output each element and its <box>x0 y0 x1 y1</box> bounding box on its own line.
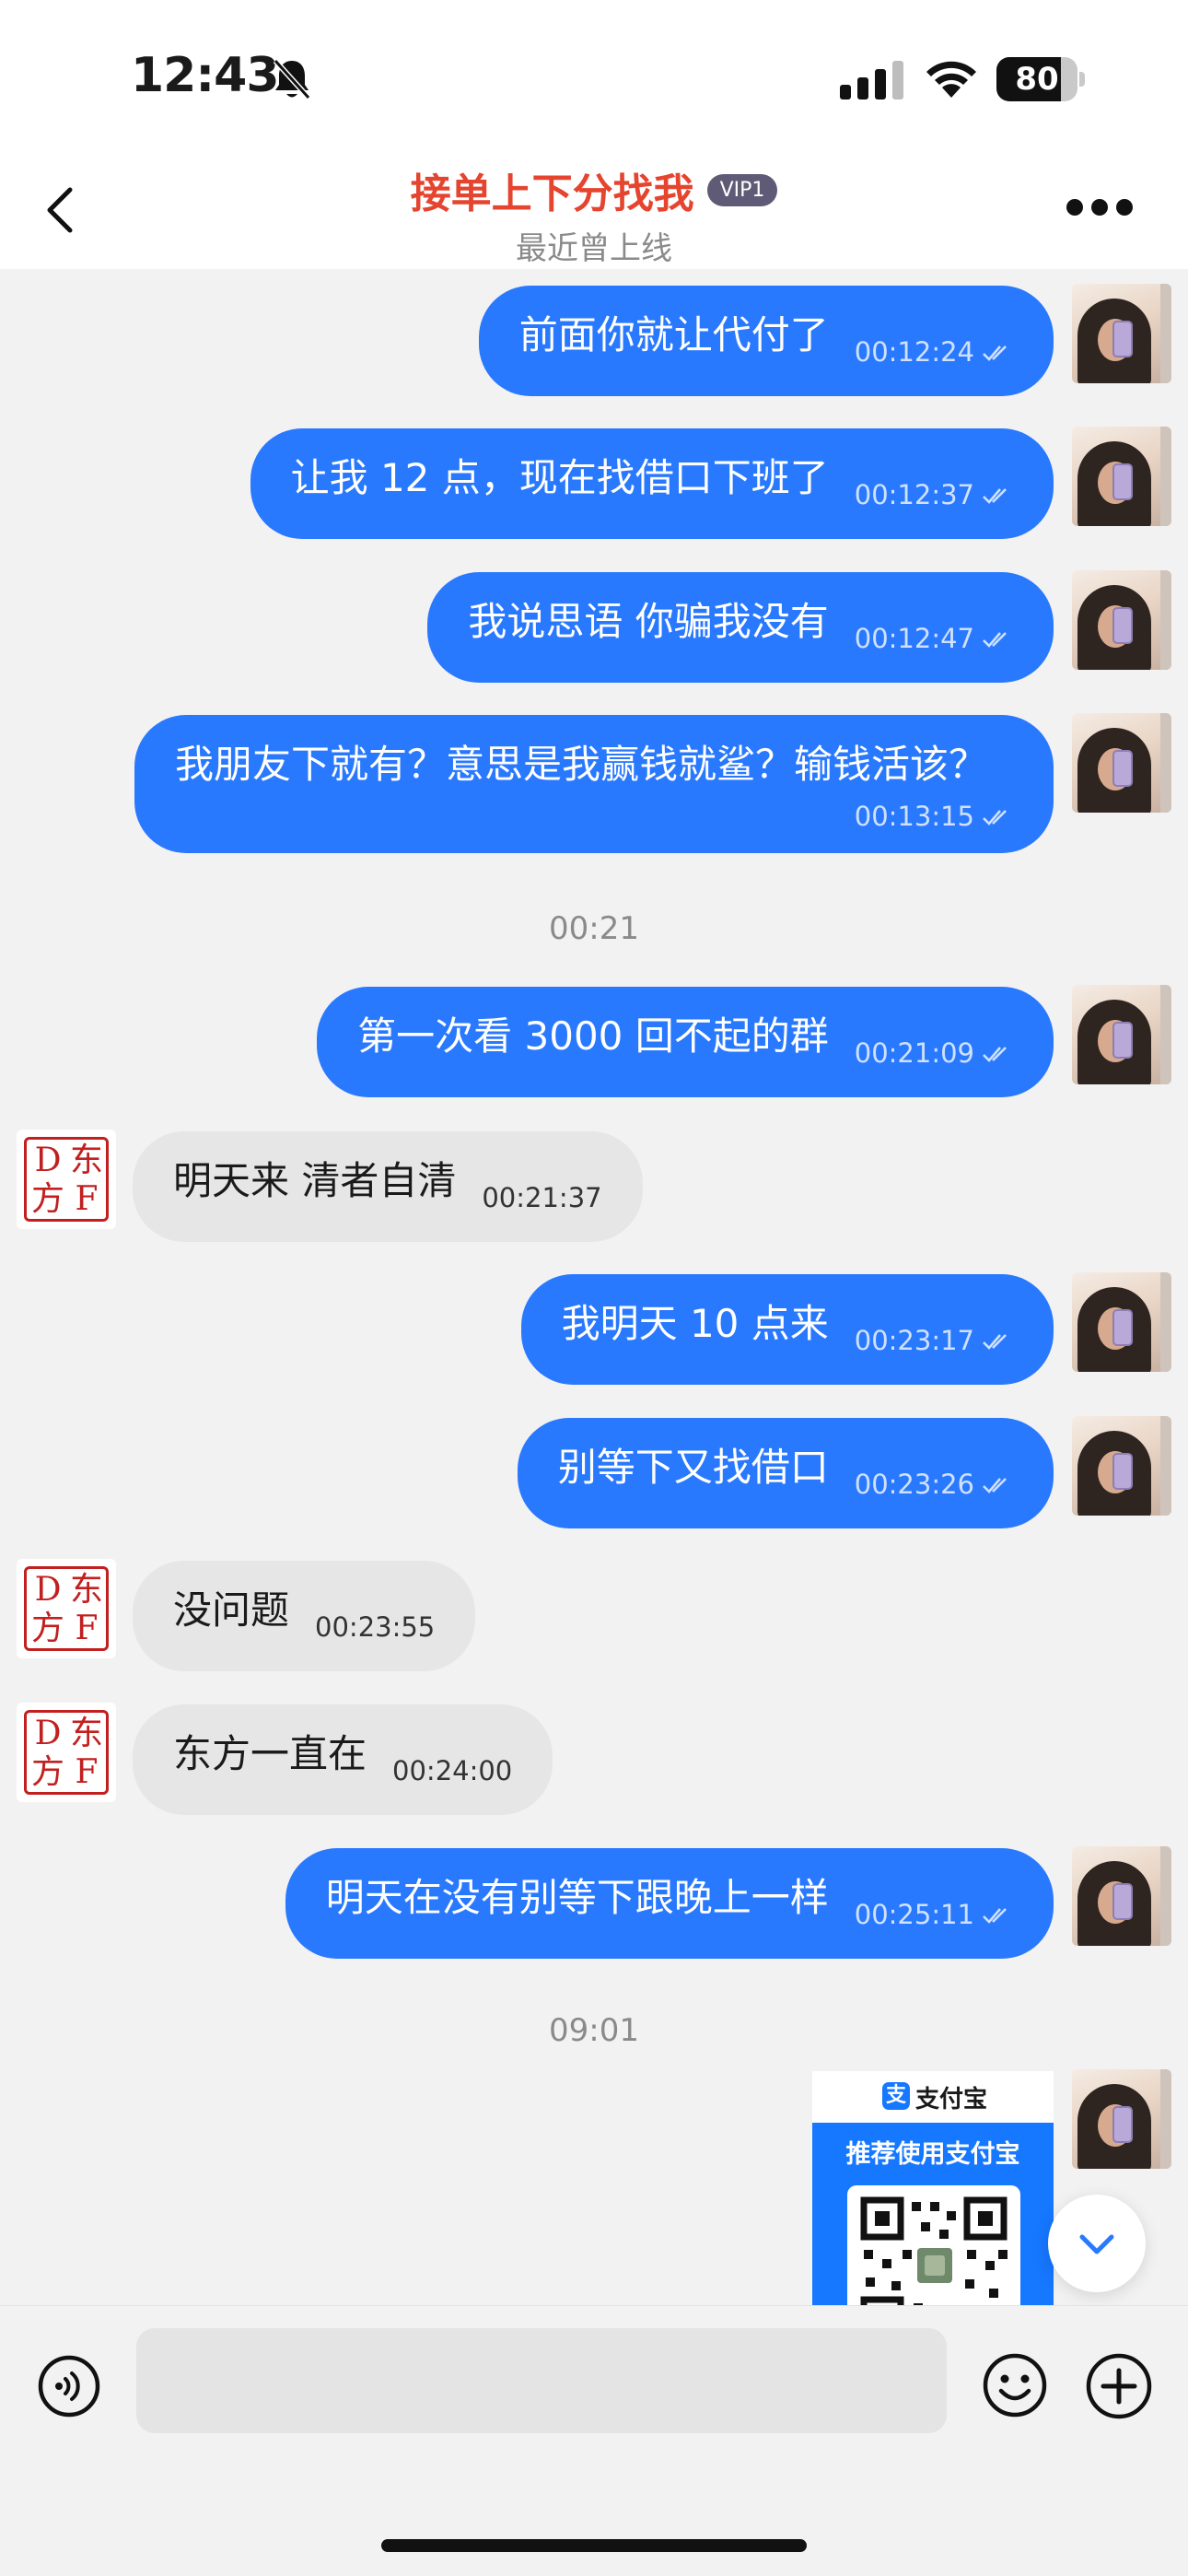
message-bubble-outgoing[interactable]: 前面你就让代付了 00:12:24 <box>478 286 1054 396</box>
my-avatar[interactable] <box>1072 713 1171 813</box>
my-avatar[interactable] <box>1072 985 1171 1084</box>
status-bar: 12:43 80 <box>0 0 1188 147</box>
chat-title-row[interactable]: 接单上下分找我 VIP1 <box>0 160 1188 219</box>
chat-title: 接单上下分找我 <box>410 170 694 217</box>
read-check-icon <box>983 488 1007 504</box>
message-input[interactable] <box>136 2328 947 2433</box>
my-avatar[interactable] <box>1072 284 1171 383</box>
read-check-icon <box>983 1478 1007 1493</box>
time-divider: 09:01 <box>549 2012 639 2049</box>
scroll-to-bottom-button[interactable] <box>1048 2195 1146 2292</box>
message-bubble-outgoing[interactable]: 我说思语 你骗我没有 00:12:47 <box>427 572 1054 683</box>
my-avatar[interactable] <box>1072 1272 1171 1372</box>
message-time: 00:13:15 <box>854 801 974 832</box>
voice-icon[interactable] <box>37 2354 101 2418</box>
message-time: 00:25:11 <box>854 1899 974 1930</box>
wifi-icon <box>926 61 976 98</box>
message-time: 00:23:26 <box>854 1469 974 1500</box>
message-time: 00:12:24 <box>854 336 974 368</box>
message-bubble-outgoing[interactable]: 让我 12 点，现在找借口下班了 00:12:37 <box>250 428 1054 539</box>
message-time: 00:12:47 <box>854 623 974 654</box>
read-check-icon <box>983 345 1007 361</box>
contact-avatar[interactable]: D东方F <box>17 1130 116 1229</box>
message-bubble-outgoing[interactable]: 明天在没有别等下跟晚上一样 00:25:11 <box>285 1848 1054 1959</box>
chevron-down-icon <box>1079 2234 1114 2254</box>
vip-badge: VIP1 <box>706 173 778 206</box>
my-avatar[interactable] <box>1072 1416 1171 1516</box>
time-divider: 00:21 <box>549 910 639 947</box>
read-check-icon <box>983 1334 1007 1350</box>
read-check-icon <box>983 632 1007 648</box>
chat-header: 接单上下分找我 VIP1 最近曾上线 <box>0 147 1188 269</box>
composer-bar <box>0 2305 1188 2576</box>
read-check-icon <box>983 1047 1007 1062</box>
qr-code-icon <box>847 2185 1020 2305</box>
message-text: 前面你就让代付了 <box>518 312 829 357</box>
message-bubble-outgoing[interactable]: 我朋友下就有？意思是我赢钱就鲨？输钱活该？ 00:13:15 <box>134 715 1054 853</box>
signal-icon <box>840 61 903 100</box>
message-time: 00:23:55 <box>315 1611 436 1643</box>
message-list[interactable]: 前面你就让代付了 00:12:24 让我 12 点，现在找借口下班了 00:12:3… <box>0 269 1188 2305</box>
status-time: 12:43 <box>131 48 280 103</box>
message-text: 让我 12 点，现在找借口下班了 <box>290 455 829 500</box>
contact-avatar[interactable]: D东方F <box>17 1559 116 1658</box>
battery-level: 80 <box>1015 61 1059 98</box>
message-bubble-outgoing[interactable]: 我明天 10 点来 00:23:17 <box>520 1274 1054 1385</box>
message-bubble-incoming[interactable]: 明天来 清者自清 00:21:37 <box>133 1131 643 1242</box>
my-avatar[interactable] <box>1072 570 1171 670</box>
message-bubble-outgoing[interactable]: 第一次看 3000 回不起的群 00:21:09 <box>317 987 1054 1097</box>
message-text: 明天来 清者自清 <box>173 1158 457 1203</box>
message-time: 00:21:09 <box>854 1037 974 1069</box>
home-indicator <box>381 2539 807 2552</box>
message-bubble-incoming[interactable]: 没问题 00:23:55 <box>133 1561 476 1671</box>
battery-icon: 80 <box>996 57 1085 101</box>
message-text: 明天在没有别等下跟晚上一样 <box>325 1875 829 1920</box>
alipay-brand: 支付宝 <box>915 2086 988 2113</box>
message-time: 00:23:17 <box>854 1325 974 1356</box>
alipay-recommend-text: 推荐使用支付宝 <box>845 2140 1020 2169</box>
message-bubble-incoming[interactable]: 东方一直在 00:24:00 <box>133 1704 553 1815</box>
alipay-qr-card[interactable]: 支 支付宝 推荐使用支付宝 <box>812 2071 1054 2305</box>
message-text: 第一次看 3000 回不起的群 <box>357 1013 829 1059</box>
message-text: 别等下又找借口 <box>557 1445 829 1490</box>
message-text: 没问题 <box>173 1587 290 1633</box>
read-check-icon <box>983 810 1007 825</box>
bell-slash-icon <box>273 58 311 100</box>
my-avatar[interactable] <box>1072 2069 1171 2169</box>
message-time: 00:12:37 <box>854 479 974 510</box>
message-time: 00:21:37 <box>482 1182 602 1213</box>
my-avatar[interactable] <box>1072 427 1171 526</box>
alipay-logo-icon: 支 <box>882 2082 910 2110</box>
message-bubble-outgoing[interactable]: 别等下又找借口 00:23:26 <box>517 1418 1054 1528</box>
message-text: 我明天 10 点来 <box>561 1301 829 1346</box>
my-avatar[interactable] <box>1072 1846 1171 1946</box>
contact-avatar[interactable]: D东方F <box>17 1703 116 1802</box>
message-text: 我朋友下就有？意思是我赢钱就鲨？输钱活该？ <box>175 742 988 787</box>
message-time: 00:24:00 <box>392 1755 513 1786</box>
online-status: 最近曾上线 <box>516 230 672 267</box>
plus-icon[interactable] <box>1085 2352 1153 2420</box>
read-check-icon <box>983 1908 1007 1924</box>
more-dots-icon[interactable] <box>1066 199 1133 217</box>
message-text: 我说思语 你骗我没有 <box>468 599 829 644</box>
message-text: 东方一直在 <box>173 1731 367 1776</box>
emoji-icon[interactable] <box>982 2352 1048 2418</box>
